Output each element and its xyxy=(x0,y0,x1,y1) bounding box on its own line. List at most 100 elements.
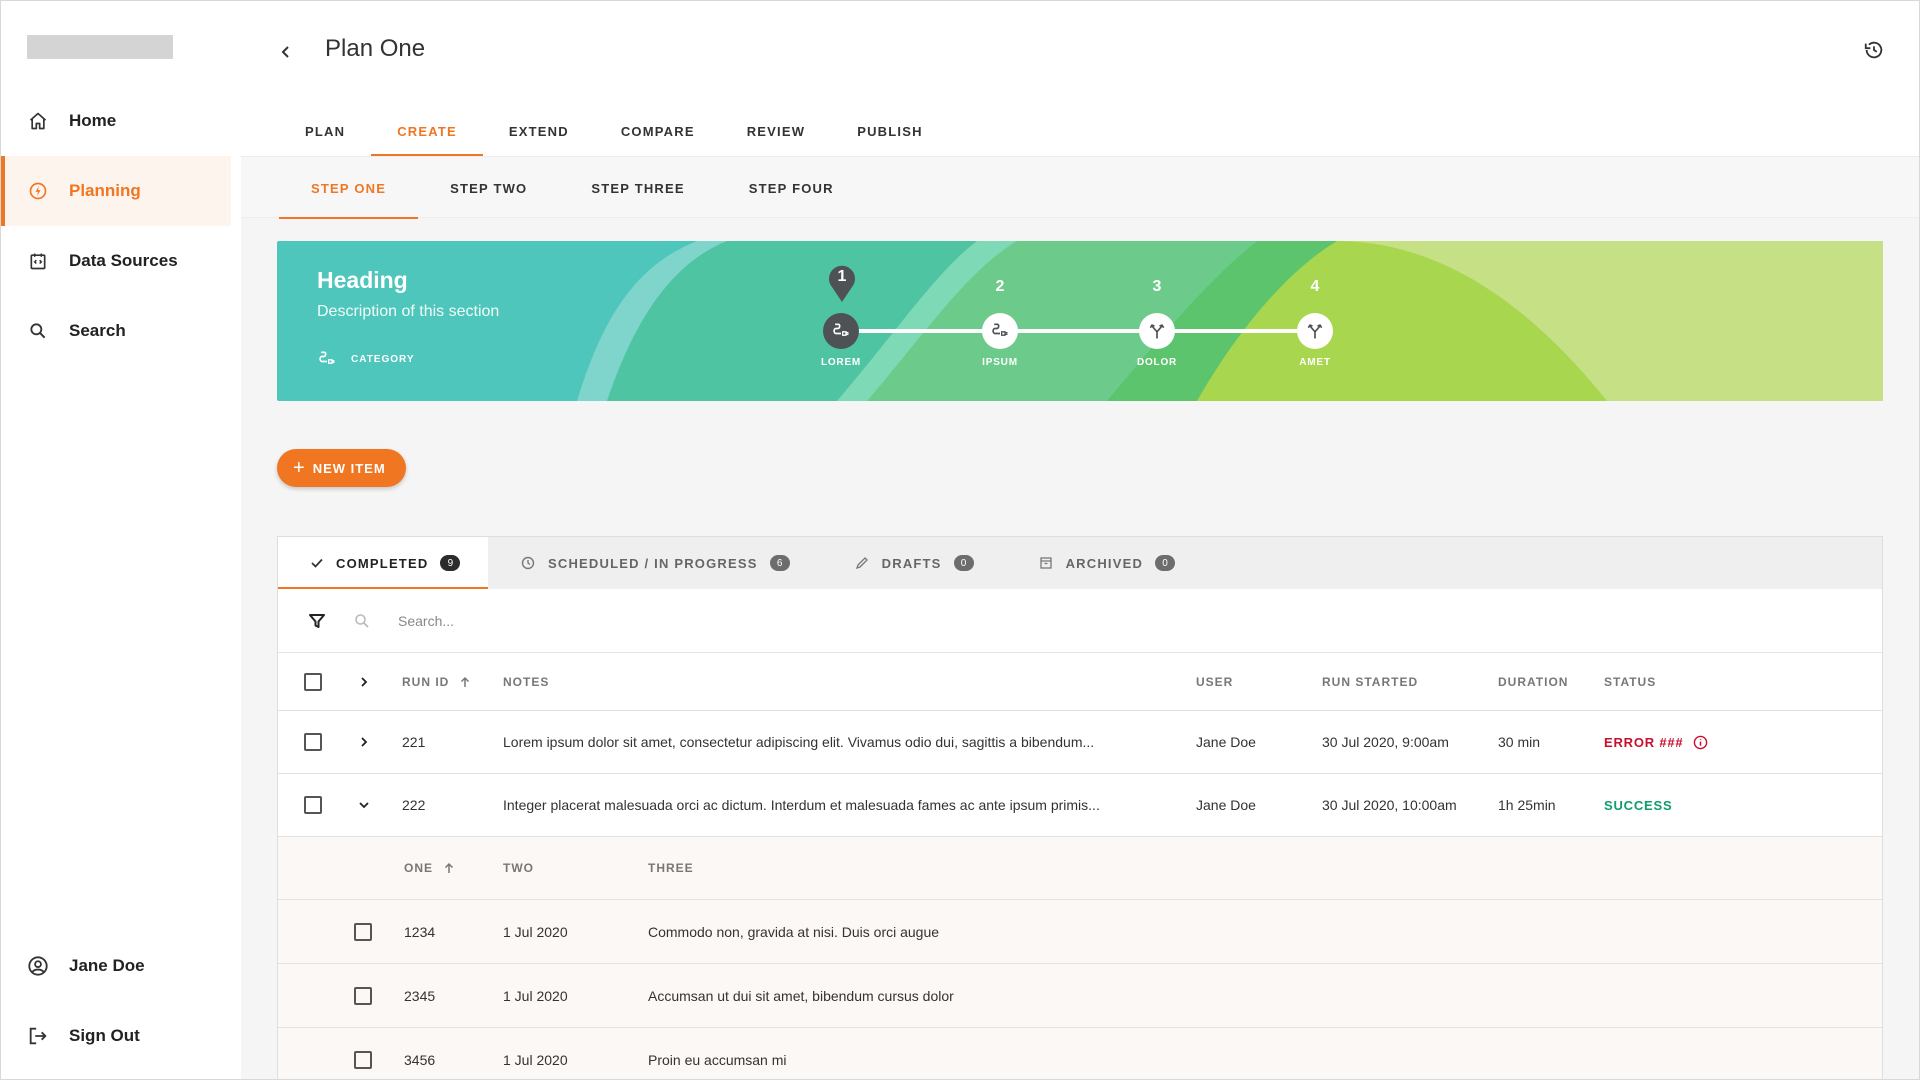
secondary-tab-bar: STEP ONE STEP TWO STEP THREE STEP FOUR xyxy=(241,156,1919,219)
section-banner: Heading Description of this section CATE… xyxy=(277,241,1883,401)
tab-completed[interactable]: COMPLETED 9 xyxy=(278,537,488,589)
sidebar: Home Planning Data Sources Search Jane D xyxy=(1,1,241,1079)
sidebar-item-label: Search xyxy=(69,321,126,340)
sidebar-item-search[interactable]: Search xyxy=(1,296,231,366)
column-header-duration[interactable]: DURATION xyxy=(1498,653,1568,710)
category-icon xyxy=(319,351,335,364)
row-checkbox[interactable] xyxy=(304,796,322,814)
status-tab-label: SCHEDULED / IN PROGRESS xyxy=(548,555,758,571)
sidebar-item-label: Data Sources xyxy=(69,251,178,270)
run-id: 222 xyxy=(402,797,426,813)
count-badge: 9 xyxy=(440,555,461,571)
merge-icon xyxy=(1307,324,1323,339)
step-label: DOLOR xyxy=(1136,357,1178,368)
row-checkbox[interactable] xyxy=(354,986,372,1005)
step-number: 1 xyxy=(837,268,847,285)
column-header-one[interactable]: ONE xyxy=(404,837,455,899)
column-header-two[interactable]: TWO xyxy=(503,837,534,899)
expand-row-button[interactable] xyxy=(354,732,374,752)
tab-step-three[interactable]: STEP THREE xyxy=(559,157,716,219)
sidebar-item-home[interactable]: Home xyxy=(1,86,231,156)
tab-extend[interactable]: EXTEND xyxy=(483,107,595,156)
sub-one: 3456 xyxy=(404,1051,436,1068)
banner-heading: Heading xyxy=(317,267,408,293)
back-button[interactable] xyxy=(271,37,301,67)
tab-scheduled-in-progress[interactable]: SCHEDULED / IN PROGRESS 6 xyxy=(488,537,822,589)
status-text: ERROR ### xyxy=(1604,734,1684,750)
expand-all-button[interactable] xyxy=(354,672,374,692)
primary-tabs: PLAN CREATE EXTEND COMPARE REVIEW PUBLIS… xyxy=(279,107,949,156)
status-tabs: COMPLETED 9 SCHEDULED / IN PROGRESS 6 DR… xyxy=(278,537,1882,589)
info-icon[interactable] xyxy=(1693,735,1708,750)
subtable-header-row: ONE TWO THREE xyxy=(278,837,1882,900)
column-header-status[interactable]: STATUS xyxy=(1604,653,1656,710)
tab-drafts[interactable]: DRAFTS 0 xyxy=(822,537,1006,589)
chevron-down-icon xyxy=(359,802,369,809)
run-id: 221 xyxy=(402,734,426,750)
tab-plan[interactable]: PLAN xyxy=(279,107,371,156)
tab-archived[interactable]: ARCHIVED 0 xyxy=(1006,537,1208,589)
tab-step-one[interactable]: STEP ONE xyxy=(279,157,419,219)
collapse-row-button[interactable] xyxy=(354,795,374,815)
step-node-dolor[interactable] xyxy=(1139,313,1175,349)
sidebar-item-planning[interactable]: Planning xyxy=(1,156,231,226)
top-bar: Plan One PLAN CREATE EXTEND COMPARE REVI… xyxy=(241,1,1919,156)
step-node-amet[interactable] xyxy=(1297,313,1333,349)
search-row xyxy=(278,589,1882,653)
search-input[interactable] xyxy=(398,612,998,629)
run-notes: Integer placerat malesuada orci ac dictu… xyxy=(503,797,1100,813)
subtable-row[interactable]: 1234 1 Jul 2020 Commodo non, gravida at … xyxy=(278,900,1882,964)
row-checkbox[interactable] xyxy=(354,1050,372,1069)
table-row[interactable]: 222 Integer placerat malesuada orci ac d… xyxy=(278,774,1882,837)
subtable-row[interactable]: 3456 1 Jul 2020 Proin eu accumsan mi xyxy=(278,1028,1882,1079)
column-header-user[interactable]: USER xyxy=(1196,653,1233,710)
step-node-lorem[interactable] xyxy=(823,313,859,349)
data-sources-icon xyxy=(27,250,49,272)
run-started: 30 Jul 2020, 10:00am xyxy=(1322,797,1457,813)
step-node-ipsum[interactable] xyxy=(982,313,1018,349)
column-header-three[interactable]: THREE xyxy=(648,837,694,899)
main-content: Plan One PLAN CREATE EXTEND COMPARE REVI… xyxy=(241,1,1919,1079)
banner-description: Description of this section xyxy=(317,303,500,320)
category-icon xyxy=(992,323,1008,336)
select-all-checkbox[interactable] xyxy=(304,672,322,691)
filter-button[interactable] xyxy=(302,606,332,636)
row-checkbox[interactable] xyxy=(354,922,372,941)
new-item-button[interactable]: + NEW ITEM xyxy=(277,449,406,487)
tab-step-two[interactable]: STEP TWO xyxy=(418,157,559,219)
tab-compare[interactable]: COMPARE xyxy=(595,107,721,156)
sub-two: 1 Jul 2020 xyxy=(503,923,568,940)
merge-icon xyxy=(1149,324,1165,339)
app-frame: Home Planning Data Sources Search Jane D xyxy=(0,0,1920,1080)
pencil-icon xyxy=(854,555,870,571)
history-button[interactable] xyxy=(1859,35,1889,65)
tab-step-four[interactable]: STEP FOUR xyxy=(717,157,866,219)
status-error: ERROR ### xyxy=(1604,711,1708,773)
sign-out-icon xyxy=(27,1025,49,1047)
count-badge: 0 xyxy=(953,555,974,571)
status-tab-label: COMPLETED xyxy=(336,555,429,571)
sidebar-item-data-sources[interactable]: Data Sources xyxy=(1,226,231,296)
chevron-right-icon xyxy=(361,737,368,747)
tab-publish[interactable]: PUBLISH xyxy=(831,107,948,156)
banner-category: CATEGORY xyxy=(317,349,415,369)
table-row[interactable]: 221 Lorem ipsum dolor sit amet, consecte… xyxy=(278,711,1882,774)
status-success: SUCCESS xyxy=(1604,774,1672,836)
chevron-right-icon xyxy=(361,676,368,687)
column-header-run-id[interactable]: RUN ID xyxy=(402,653,471,710)
sign-out-label: Sign Out xyxy=(69,1026,140,1045)
row-checkbox[interactable] xyxy=(304,733,322,751)
column-header-notes[interactable]: NOTES xyxy=(503,653,549,710)
runs-card: COMPLETED 9 SCHEDULED / IN PROGRESS 6 DR… xyxy=(277,536,1883,1079)
search-icon xyxy=(27,320,49,342)
sidebar-user[interactable]: Jane Doe xyxy=(1,931,231,1001)
tab-create[interactable]: CREATE xyxy=(371,107,483,156)
tab-review[interactable]: REVIEW xyxy=(721,107,831,156)
user-name: Jane Doe xyxy=(69,956,145,975)
sub-two: 1 Jul 2020 xyxy=(503,987,568,1004)
sign-out-button[interactable]: Sign Out xyxy=(1,1001,231,1071)
page-title: Plan One xyxy=(325,35,426,62)
column-header-run-started[interactable]: RUN STARTED xyxy=(1322,653,1418,710)
column-header-label: ONE xyxy=(404,861,434,875)
subtable-row[interactable]: 2345 1 Jul 2020 Accumsan ut dui sit amet… xyxy=(278,964,1882,1028)
